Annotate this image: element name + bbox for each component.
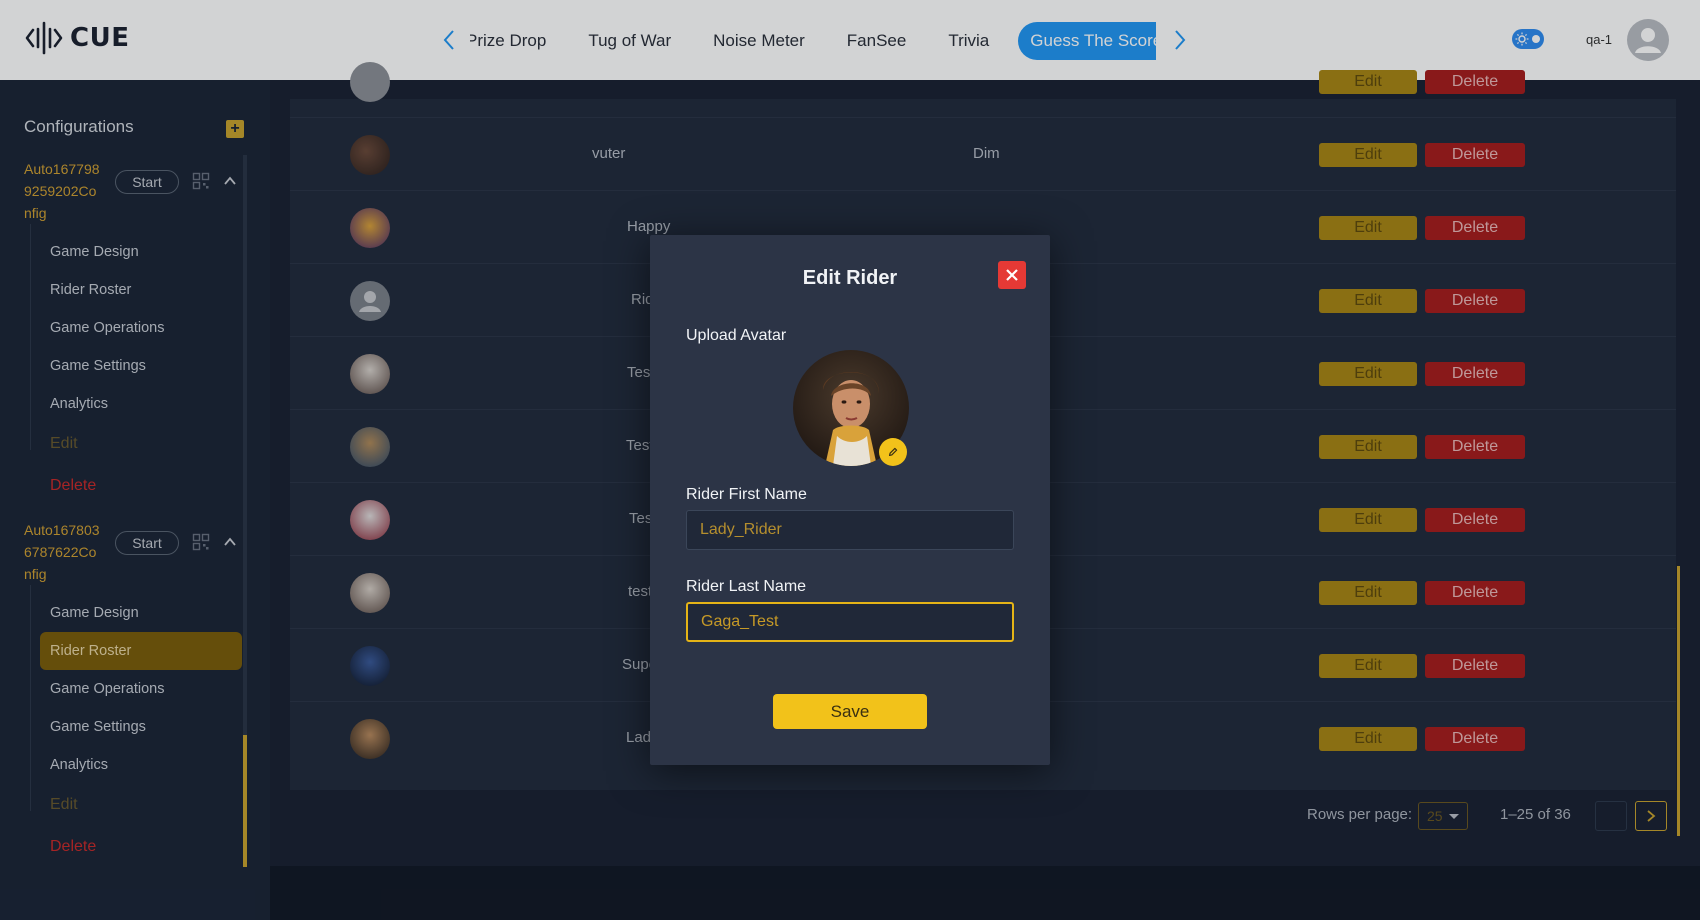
sidebar-item-game-settings[interactable]: Game Settings [40,708,242,746]
last-name-input[interactable] [686,602,1014,642]
pencil-icon [888,447,898,457]
rider-avatar [350,719,390,759]
sidebar-guide-line [30,585,31,811]
previous-page-button[interactable] [1595,801,1627,831]
sidebar-item-edit[interactable]: Edit [40,786,242,824]
delete-rider-button[interactable]: Delete [1425,289,1525,313]
config-name[interactable]: Auto167798 9259202Co nfig [24,158,116,224]
save-button[interactable]: Save [773,694,927,729]
caret-down-icon [1449,814,1459,819]
last-name-label: Rider Last Name [686,578,807,595]
cue-logo[interactable]: CUE [24,18,129,58]
delete-rider-button[interactable]: Delete [1425,654,1525,678]
delete-rider-button[interactable]: Delete [1425,143,1525,167]
sidebar-item-edit[interactable]: Edit [40,425,242,463]
rows-per-page-label: Rows per page: [1307,806,1413,823]
sidebar-title: Configurations [24,117,134,136]
sidebar-item-game-design[interactable]: Game Design [40,594,242,632]
first-name-input[interactable] [686,510,1014,550]
edit-rider-button[interactable]: Edit [1319,435,1417,459]
edit-avatar-button[interactable] [879,438,907,466]
sidebar-guide-line [30,224,31,450]
table-row: Edit Delete [290,45,1676,118]
table-row: vuter Dim Edit Delete [290,118,1676,191]
sidebar-item-rider-roster[interactable]: Rider Roster [40,271,242,309]
edit-rider-button[interactable]: Edit [1319,70,1417,94]
sidebar-item-game-design[interactable]: Game Design [40,233,242,271]
edit-rider-modal: Edit Rider Upload Avatar Rider First Nam… [650,235,1050,765]
sidebar-item-game-operations[interactable]: Game Operations [40,309,242,347]
rider-first-name: vuter [592,145,626,162]
rider-avatar [350,62,390,102]
delete-rider-button[interactable]: Delete [1425,727,1525,751]
qr-code-icon[interactable] [192,172,210,190]
close-icon [1006,269,1018,281]
rider-avatar [350,135,390,175]
edit-rider-button[interactable]: Edit [1319,654,1417,678]
modal-title: Edit Rider [802,267,898,289]
edit-rider-button[interactable]: Edit [1319,727,1417,751]
rider-avatar [350,646,390,686]
edit-rider-button[interactable]: Edit [1319,581,1417,605]
edit-rider-button[interactable]: Edit [1319,289,1417,313]
rider-avatar [350,281,390,321]
rider-avatar [350,354,390,394]
sidebar-item-analytics[interactable]: Analytics [40,385,242,423]
add-configuration-button[interactable]: + [226,120,244,138]
rider-avatar [350,427,390,467]
edit-rider-button[interactable]: Edit [1319,216,1417,240]
next-page-button[interactable] [1635,801,1667,831]
close-modal-button[interactable] [998,261,1026,289]
qr-code-icon[interactable] [192,533,210,551]
chevron-right-icon [1647,810,1656,822]
upload-avatar-label: Upload Avatar [686,327,787,344]
configurations-sidebar: Configurations + Auto167798 9259202Co nf… [0,80,270,920]
rider-avatar [350,500,390,540]
pagination-info: 1–25 of 36 [1500,806,1571,823]
config-start-button[interactable]: Start [115,531,179,555]
default-avatar-icon [359,291,381,312]
table-scrollbar-thumb[interactable] [1677,566,1680,836]
toggle-knob [1532,35,1540,43]
delete-rider-button[interactable]: Delete [1425,508,1525,532]
sidebar-item-analytics[interactable]: Analytics [40,746,242,784]
sidebar-item-game-operations[interactable]: Game Operations [40,670,242,708]
sidebar-item-game-settings[interactable]: Game Settings [40,347,242,385]
delete-rider-button[interactable]: Delete [1425,216,1525,240]
delete-rider-button[interactable]: Delete [1425,581,1525,605]
rows-per-page-value: 25 [1427,808,1443,824]
bottom-shade [270,866,1700,920]
chevron-up-icon[interactable] [223,174,237,188]
delete-rider-button[interactable]: Delete [1425,70,1525,94]
logo-text: CUE [70,23,130,53]
chevron-up-icon[interactable] [223,535,237,549]
sidebar-item-delete[interactable]: Delete [40,828,242,866]
delete-rider-button[interactable]: Delete [1425,435,1525,459]
config-name[interactable]: Auto167803 6787622Co nfig [24,519,116,585]
edit-rider-button[interactable]: Edit [1319,508,1417,532]
delete-rider-button[interactable]: Delete [1425,362,1525,386]
cue-logo-mark-icon [25,21,63,55]
rider-avatar [350,208,390,248]
sidebar-scrollbar-thumb[interactable] [243,735,247,867]
first-name-label: Rider First Name [686,486,807,503]
sun-icon [1515,32,1529,46]
edit-rider-button[interactable]: Edit [1319,362,1417,386]
config-start-button[interactable]: Start [115,170,179,194]
sidebar-item-rider-roster[interactable]: Rider Roster [40,632,242,670]
rider-avatar [350,573,390,613]
sidebar-item-delete[interactable]: Delete [40,467,242,505]
edit-rider-button[interactable]: Edit [1319,143,1417,167]
rider-last-name: Dim [973,145,1000,162]
rider-first-name: Happy [627,218,671,235]
rows-per-page-select[interactable]: 25 [1418,802,1468,830]
